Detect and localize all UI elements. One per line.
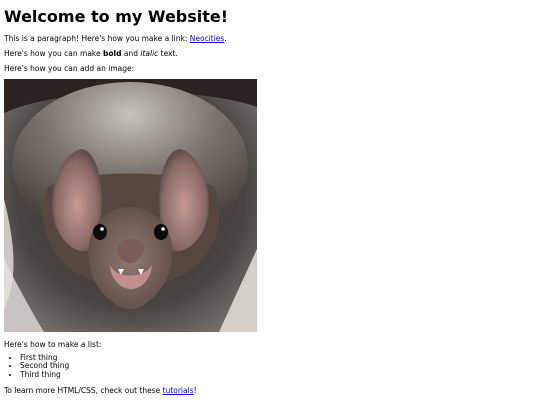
formatting-text: Here's how you can make (4, 49, 103, 58)
list-intro: Here's how to make a list: (4, 340, 102, 349)
page-title: Welcome to my Website! (4, 7, 229, 26)
tutorials-link[interactable]: tutorials (163, 386, 194, 395)
neocities-link[interactable]: Neocities (190, 34, 225, 43)
formatting-paragraph: Here's how you can make bold and italic … (4, 49, 178, 59)
bold-text: bold (103, 49, 122, 58)
formatting-end: text. (158, 49, 178, 58)
intro-end: . (224, 34, 227, 43)
footer-text: To learn more HTML/CSS, check out these (4, 386, 163, 395)
bat-illustration (4, 79, 257, 332)
formatting-mid: and (121, 49, 141, 58)
image-paragraph: Here's how you can add an image: (4, 64, 135, 73)
footer-end: ! (193, 386, 197, 395)
italic-text: italic (140, 49, 159, 58)
intro-paragraph: This is a paragraph! Here's how you make… (4, 34, 227, 44)
list-item: Third thing (20, 370, 69, 379)
item-list: First thing Second thing Third thing (4, 353, 69, 379)
intro-text: This is a paragraph! Here's how you make… (4, 34, 190, 43)
footer-paragraph: To learn more HTML/CSS, check out these … (4, 386, 197, 396)
bat-image (4, 79, 257, 332)
